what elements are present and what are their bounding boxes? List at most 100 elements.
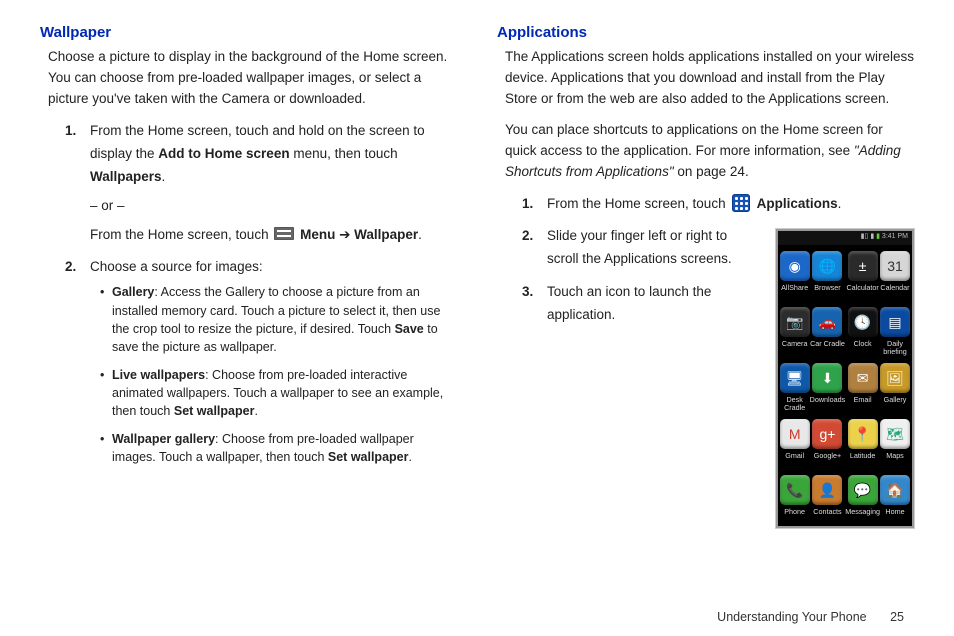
footer-page-number: 25 — [890, 610, 904, 624]
footer-section: Understanding Your Phone — [717, 610, 866, 624]
app-label: Calendar — [880, 284, 909, 292]
phone-app: 🗺Maps — [880, 415, 910, 471]
phone-app: 💬 Messaging — [845, 471, 880, 527]
app-label: Google+ — [814, 452, 841, 460]
menu-icon — [274, 227, 294, 240]
or-divider: – or – — [90, 195, 457, 218]
app-icon: 📍 — [848, 419, 878, 449]
phone-app: 📞 Phone — [780, 471, 810, 527]
applications-heading: Applications — [497, 24, 914, 41]
app-label: Downloads — [810, 396, 846, 404]
app-icon: 📷 — [780, 307, 810, 337]
wallpaper-step-1: From the Home screen, touch and hold on … — [70, 120, 457, 247]
text: You can place shortcuts to applications … — [505, 122, 883, 158]
app-label: AllShare — [781, 284, 808, 292]
wallpaper-steps: From the Home screen, touch and hold on … — [40, 120, 457, 467]
phone-app: 👤 Contacts — [810, 471, 846, 527]
source-title: Live wallpapers — [112, 368, 205, 382]
signal-icon: ▮▯ ▮ — [861, 233, 876, 240]
app-label: Contacts — [813, 508, 841, 516]
text: . — [418, 227, 422, 242]
app-label: Clock — [854, 340, 872, 348]
app-icon: ⬇ — [812, 363, 842, 393]
source-title: Gallery — [112, 285, 154, 299]
phone-app: 🏠 Home — [880, 471, 910, 527]
applications-step-1: From the Home screen, touch Applications… — [527, 193, 914, 216]
text: Choose a source for images: — [90, 259, 263, 274]
app-label: Messaging — [845, 508, 880, 516]
text: From the Home screen, touch — [547, 196, 729, 211]
app-icon: 🏠 — [880, 475, 910, 505]
phone-app: ✉ Email — [845, 359, 880, 415]
phone-screenshot: ▮▯ ▮ ▮ 3:41 PM ◉ AllShare 🌐 Browser ± Calcula… — [776, 229, 914, 528]
wallpaper-source-item: Gallery: Access the Gallery to choose a … — [100, 283, 457, 356]
source-desc: : Access the Gallery to choose a picture… — [112, 285, 440, 335]
app-label: Browser — [814, 284, 840, 292]
app-icon: ▤ — [880, 307, 910, 337]
bold-add-to-home: Add to Home screen — [158, 146, 289, 161]
right-column: Applications The Applications screen hol… — [497, 24, 914, 626]
app-icon: ± — [848, 251, 878, 281]
applications-intro-2: You can place shortcuts to applications … — [505, 120, 914, 183]
app-icon: M — [780, 419, 810, 449]
phone-app: M Gmail — [780, 415, 810, 471]
phone-app: 📍 Latitude — [845, 415, 880, 471]
source-desc-tail: . — [408, 450, 411, 464]
app-icon: 31 — [880, 251, 910, 281]
phone-status-bar: ▮▯ ▮ ▮ 3:41 PM — [778, 231, 912, 245]
wallpaper-sources: Gallery: Access the Gallery to choose a … — [90, 283, 457, 466]
app-icon: ✉ — [848, 363, 878, 393]
phone-app: ⬇ Downloads — [810, 359, 846, 415]
page-footer: Understanding Your Phone 25 — [717, 610, 904, 624]
app-icon: 🌐 — [812, 251, 842, 281]
source-action: Set wallpaper — [328, 450, 409, 464]
phone-app: 📷 Camera — [780, 303, 810, 359]
source-title: Wallpaper gallery — [112, 432, 215, 446]
wallpaper-source-item: Wallpaper gallery: Choose from pre-loade… — [100, 430, 457, 466]
phone-app: 31 Calendar — [880, 247, 910, 303]
phone-app: 🖼Gallery — [880, 359, 910, 415]
source-action: Save — [395, 322, 424, 336]
app-icon: 🚗 — [812, 307, 842, 337]
wallpaper-heading: Wallpaper — [40, 24, 457, 41]
app-label: Email — [854, 396, 872, 404]
phone-app: 🖥 Desk Cradle — [780, 359, 810, 415]
applications-step-2: Slide your finger left or right to scrol… — [527, 225, 760, 271]
phone-app: ▤ Daily briefing — [880, 303, 910, 359]
app-icon: 💬 — [848, 475, 878, 505]
phone-app: ± Calculator — [845, 247, 880, 303]
app-label: Daily briefing — [883, 340, 907, 355]
bold-wallpaper: Wallpaper — [350, 227, 418, 242]
source-desc-tail: . — [254, 404, 257, 418]
phone-app: g+ Google+ — [810, 415, 846, 471]
app-icon: ◉ — [780, 251, 810, 281]
text: on page 24. — [674, 164, 749, 179]
app-icon: 🖥 — [780, 363, 810, 393]
app-icon: 🗺 — [880, 419, 910, 449]
app-label: Phone — [784, 508, 805, 516]
app-icon: 📞 — [780, 475, 810, 505]
app-label: Home — [885, 508, 904, 516]
wallpaper-intro: Choose a picture to display in the backg… — [48, 47, 457, 110]
bold-applications: Applications — [753, 196, 837, 211]
applications-intro-1: The Applications screen holds applicatio… — [505, 47, 914, 110]
app-icon: g+ — [812, 419, 842, 449]
page: Wallpaper Choose a picture to display in… — [0, 0, 954, 636]
app-icon: 👤 — [812, 475, 842, 505]
phone-app-grid: ◉ AllShare 🌐 Browser ± Calculator31 Calendar 📷 C… — [778, 245, 912, 527]
app-label: Camera — [782, 340, 808, 348]
text: . — [838, 196, 842, 211]
app-label: Desk Cradle — [780, 396, 810, 411]
app-label: Latitude — [850, 452, 876, 460]
phone-app: 🌐 Browser — [810, 247, 846, 303]
bold-wallpapers: Wallpapers — [90, 169, 162, 184]
applications-steps: From the Home screen, touch Applications… — [497, 193, 914, 216]
app-label: Calculator — [846, 284, 878, 292]
app-icon: 🖼 — [880, 363, 910, 393]
wallpaper-step-2: Choose a source for images: Gallery: Acc… — [70, 256, 457, 466]
app-label: Gmail — [785, 452, 804, 460]
text: . — [162, 169, 166, 184]
phone-app: 🕓Clock — [845, 303, 880, 359]
phone-app: ◉ AllShare — [780, 247, 810, 303]
applications-step-3: Touch an icon to launch the application. — [527, 281, 760, 327]
